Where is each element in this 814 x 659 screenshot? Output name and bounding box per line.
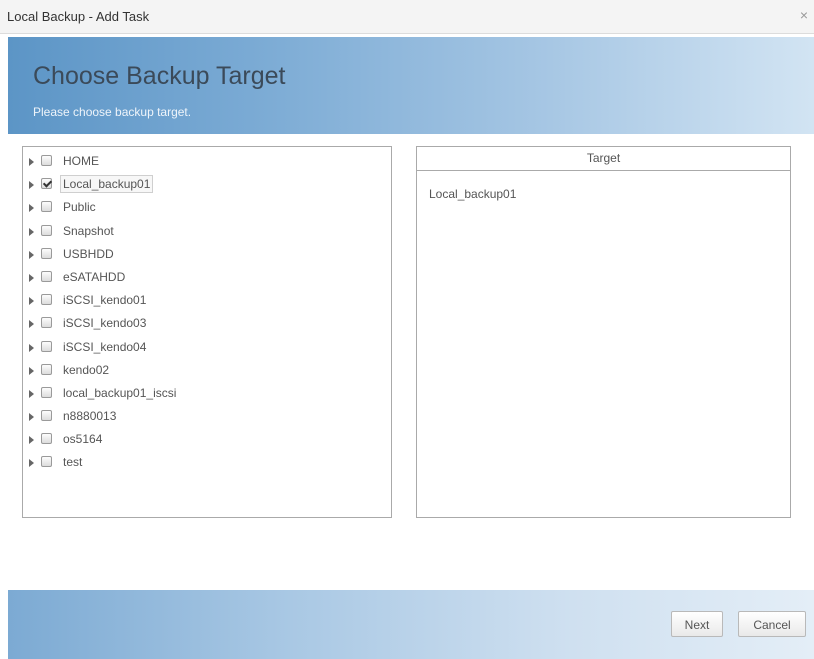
expand-arrow-icon[interactable] xyxy=(29,297,34,306)
target-column-header: Target xyxy=(417,147,790,171)
tree-item[interactable]: Local_backup01 xyxy=(23,174,391,197)
folder-checkbox[interactable] xyxy=(41,294,52,306)
tree-item[interactable]: iSCSI_kendo03 xyxy=(23,313,391,336)
tree-item[interactable]: test xyxy=(23,452,391,475)
folder-checkbox[interactable] xyxy=(41,340,52,352)
folder-label[interactable]: local_backup01_iscsi xyxy=(61,385,178,401)
expand-arrow-icon[interactable] xyxy=(29,181,34,190)
folder-label[interactable]: kendo02 xyxy=(61,362,111,378)
expand-arrow-icon[interactable] xyxy=(29,389,34,398)
folder-label[interactable]: Public xyxy=(61,199,98,215)
expand-arrow-icon[interactable] xyxy=(29,250,34,259)
tree-item[interactable]: Public xyxy=(23,197,391,220)
folder-checkbox[interactable] xyxy=(41,155,52,166)
expand-arrow-icon[interactable] xyxy=(29,273,34,282)
folder-tree: HOME Local_backup01 Public Snapshot USBHDD eS… xyxy=(23,151,391,476)
expand-arrow-icon[interactable] xyxy=(29,158,34,166)
folder-tree-panel: HOME Local_backup01 Public Snapshot USBHDD eS… xyxy=(22,146,392,518)
folder-label[interactable]: test xyxy=(61,454,84,470)
folder-label[interactable]: USBHDD xyxy=(61,246,116,262)
folder-checkbox[interactable] xyxy=(41,270,52,282)
expand-arrow-icon[interactable] xyxy=(29,320,34,329)
expand-arrow-icon[interactable] xyxy=(29,436,34,445)
folder-label[interactable]: HOME xyxy=(61,153,101,169)
folder-checkbox[interactable] xyxy=(41,410,52,422)
folder-checkbox[interactable] xyxy=(41,201,52,213)
folder-checkbox[interactable] xyxy=(41,456,52,468)
folder-checkbox[interactable] xyxy=(41,247,52,259)
target-value: Local_backup01 xyxy=(429,187,517,201)
tree-item[interactable]: kendo02 xyxy=(23,360,391,383)
tree-item[interactable]: iSCSI_kendo01 xyxy=(23,290,391,313)
folder-checkbox[interactable] xyxy=(41,363,52,375)
tree-item[interactable]: eSATAHDD xyxy=(23,267,391,290)
wizard-footer: Next Cancel xyxy=(8,590,814,659)
folder-label[interactable]: iSCSI_kendo01 xyxy=(61,292,148,308)
folder-checkbox[interactable] xyxy=(41,224,52,236)
folder-label[interactable]: n8880013 xyxy=(61,408,118,424)
tree-item[interactable]: local_backup01_iscsi xyxy=(23,383,391,406)
folder-label[interactable]: iSCSI_kendo04 xyxy=(61,339,148,355)
cancel-button[interactable]: Cancel xyxy=(738,611,806,637)
target-panel: Target Local_backup01 xyxy=(416,146,791,518)
add-task-dialog: Local Backup - Add Task × Choose Backup … xyxy=(0,0,814,659)
wizard-header: Choose Backup Target Please choose backu… xyxy=(8,37,814,134)
folder-checkbox[interactable] xyxy=(41,317,52,329)
folder-checkbox[interactable] xyxy=(41,178,52,190)
page-title: Choose Backup Target xyxy=(33,62,286,90)
tree-item[interactable]: iSCSI_kendo04 xyxy=(23,337,391,360)
expand-arrow-icon[interactable] xyxy=(29,459,34,468)
tree-item[interactable]: Snapshot xyxy=(23,221,391,244)
tree-item[interactable]: os5164 xyxy=(23,429,391,452)
tree-item[interactable]: n8880013 xyxy=(23,406,391,429)
folder-label[interactable]: Snapshot xyxy=(61,223,116,239)
expand-arrow-icon[interactable] xyxy=(29,413,34,422)
folder-label[interactable]: os5164 xyxy=(61,431,104,447)
dialog-title: Local Backup - Add Task xyxy=(7,9,150,24)
folder-label[interactable]: eSATAHDD xyxy=(61,269,127,285)
next-button[interactable]: Next xyxy=(671,611,723,637)
expand-arrow-icon[interactable] xyxy=(29,227,34,236)
folder-label[interactable]: Local_backup01 xyxy=(60,175,154,194)
tree-item[interactable]: HOME xyxy=(23,151,391,174)
folder-checkbox[interactable] xyxy=(41,433,52,445)
expand-arrow-icon[interactable] xyxy=(29,204,34,213)
page-subtitle: Please choose backup target. xyxy=(33,105,192,119)
expand-arrow-icon[interactable] xyxy=(29,343,34,352)
dialog-titlebar: Local Backup - Add Task × xyxy=(0,0,814,34)
folder-label[interactable]: iSCSI_kendo03 xyxy=(61,315,148,331)
tree-item[interactable]: USBHDD xyxy=(23,244,391,267)
folder-checkbox[interactable] xyxy=(41,386,52,398)
expand-arrow-icon[interactable] xyxy=(29,366,34,375)
close-icon[interactable]: × xyxy=(800,7,808,23)
